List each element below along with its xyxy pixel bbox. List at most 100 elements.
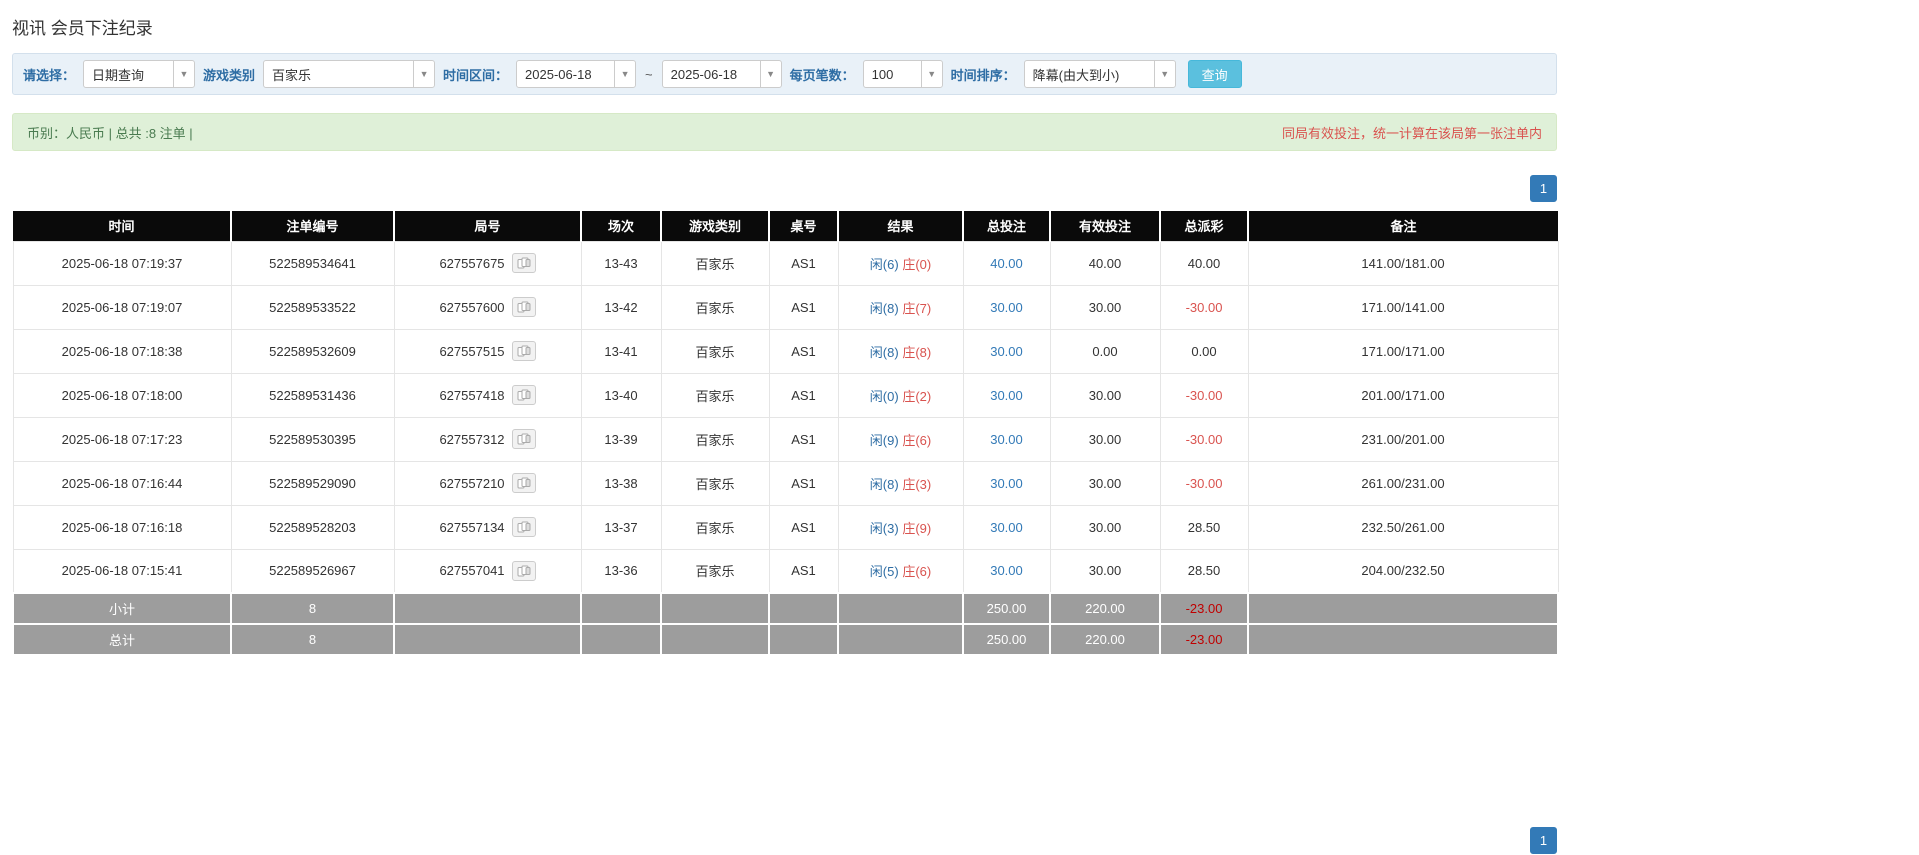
- cell-valid-bet: 30.00: [1049, 460, 1161, 506]
- footer-empty-cell: [393, 623, 582, 656]
- game-type-value: 百家乐: [272, 67, 312, 83]
- footer-empty-cell: [1247, 592, 1559, 625]
- cell-payout: -30.00: [1159, 284, 1249, 330]
- date-to-value: 2025-06-18: [670, 66, 738, 82]
- total-bet-link[interactable]: 40.00: [990, 256, 1023, 271]
- cell-payout: 40.00: [1159, 240, 1249, 286]
- round-id-text: 627557041: [439, 563, 505, 579]
- page-container: 视讯 会员下注纪录 请选择： 日期查询 ▼ 游戏类别 百家乐 ▼ 时间区间： 2…: [12, 14, 1559, 854]
- total-bet-link[interactable]: 30.00: [990, 300, 1023, 315]
- result-banker: 庄(7): [902, 300, 932, 316]
- cell-result: 闲(6) 庄(0): [837, 240, 964, 286]
- cell-game-type: 百家乐: [660, 460, 770, 506]
- table-row: 2025-06-18 07:19:37 522589534641 6275576…: [12, 240, 1559, 286]
- view-cards-icon[interactable]: [511, 429, 536, 449]
- bet-records-table: 时间 注单编号 局号 场次 游戏类别 桌号 结果 总投注 有效投注 总派彩 备注 2025-06-1…: [12, 211, 1559, 656]
- view-cards-icon[interactable]: [511, 517, 536, 537]
- subtotal-label: 小计: [12, 592, 232, 625]
- cell-session: 13-36: [580, 548, 662, 594]
- result-player: 闲(8): [869, 344, 899, 360]
- result-player: 闲(5): [869, 564, 899, 580]
- chevron-down-icon: ▼: [173, 61, 194, 87]
- result-banker: 庄(2): [902, 388, 932, 404]
- cell-total-bet: 30.00: [962, 416, 1051, 462]
- footer-empty-cell: [837, 592, 964, 625]
- cell-session: 13-38: [580, 460, 662, 506]
- total-bet-link[interactable]: 30.00: [990, 520, 1023, 535]
- round-id-text: 627557515: [439, 343, 505, 359]
- subtotal-valid-bet: 220.00: [1049, 592, 1161, 625]
- page-size-select[interactable]: 100 ▼: [862, 60, 943, 88]
- total-bet-link[interactable]: 30.00: [990, 563, 1023, 578]
- chevron-down-icon: ▼: [920, 61, 942, 87]
- column-header-10: 备注: [1248, 211, 1558, 241]
- sort-select[interactable]: 降幕(由大到小) ▼: [1023, 60, 1176, 88]
- table-row: 2025-06-18 07:16:44 522589529090 6275572…: [12, 460, 1559, 506]
- cell-round-id: 627557041: [393, 548, 582, 594]
- cell-note: 261.00/231.00: [1247, 460, 1559, 506]
- cell-payout: -30.00: [1159, 416, 1249, 462]
- view-cards-icon[interactable]: [511, 560, 536, 581]
- footer-empty-cell: [768, 623, 839, 656]
- view-cards-icon[interactable]: [511, 341, 536, 361]
- cell-table-no: AS1: [768, 240, 839, 286]
- view-cards-icon[interactable]: [511, 473, 536, 493]
- view-cards-icon[interactable]: [511, 385, 536, 405]
- cell-session: 13-39: [580, 416, 662, 462]
- cell-table-no: AS1: [768, 460, 839, 506]
- subtotal-payout: -23.00: [1159, 592, 1249, 625]
- summary-notice-text: 同局有效投注，统一计算在该局第一张注单内: [1281, 125, 1542, 141]
- cell-session: 13-41: [580, 328, 662, 374]
- round-id-text: 627557600: [439, 299, 505, 315]
- round-id-text: 627557312: [439, 431, 505, 447]
- table-row: 2025-06-18 07:17:23 522589530395 6275573…: [12, 416, 1559, 462]
- table-header-row: 时间 注单编号 局号 场次 游戏类别 桌号 结果 总投注 有效投注 总派彩 备注: [13, 211, 1558, 241]
- cell-time: 2025-06-18 07:18:38: [12, 328, 232, 374]
- game-type-select[interactable]: 百家乐 ▼: [263, 60, 436, 88]
- total-bet-link[interactable]: 30.00: [990, 432, 1023, 447]
- game-type-label: 游戏类别: [203, 67, 256, 83]
- chevron-down-icon: ▼: [759, 61, 781, 87]
- cell-table-no: AS1: [768, 504, 839, 550]
- total-bet-link[interactable]: 30.00: [990, 344, 1023, 359]
- round-id-text: 627557134: [439, 519, 505, 535]
- cell-note: 201.00/171.00: [1247, 372, 1559, 418]
- total-count: 8: [230, 623, 395, 656]
- cell-round-id: 627557210: [393, 460, 582, 506]
- date-from-select[interactable]: 2025-06-18 ▼: [516, 60, 637, 88]
- footer-empty-cell: [580, 623, 662, 656]
- sort-label: 时间排序：: [950, 67, 1016, 83]
- cell-bet-id: 522589526967: [230, 548, 395, 594]
- date-type-label: 请选择：: [23, 67, 76, 83]
- date-type-select[interactable]: 日期查询 ▼: [83, 60, 196, 88]
- date-range-label: 时间区间：: [443, 67, 509, 83]
- view-cards-icon[interactable]: [511, 253, 536, 273]
- cell-note: 171.00/171.00: [1247, 328, 1559, 374]
- chevron-down-icon: ▼: [614, 61, 635, 87]
- cell-round-id: 627557675: [393, 240, 582, 286]
- cell-result: 闲(8) 庄(3): [837, 460, 964, 506]
- cell-total-bet: 40.00: [962, 240, 1051, 286]
- view-cards-icon[interactable]: [511, 297, 536, 317]
- subtotal-count: 8: [230, 592, 395, 625]
- cell-round-id: 627557418: [393, 372, 582, 418]
- cell-round-id: 627557312: [393, 416, 582, 462]
- total-bet-link[interactable]: 30.00: [990, 388, 1023, 403]
- cell-time: 2025-06-18 07:19:07: [12, 284, 232, 330]
- result-banker: 庄(8): [902, 344, 932, 360]
- table-row: 2025-06-18 07:15:41 522589526967 6275570…: [12, 548, 1559, 594]
- page-button-1[interactable]: 1: [1530, 175, 1557, 202]
- cell-total-bet: 30.00: [962, 328, 1051, 374]
- table-row: 2025-06-18 07:19:07 522589533522 6275576…: [12, 284, 1559, 330]
- round-id-text: 627557210: [439, 475, 505, 491]
- cell-payout: 28.50: [1159, 504, 1249, 550]
- date-to-select[interactable]: 2025-06-18 ▼: [661, 60, 782, 88]
- result-banker: 庄(9): [902, 520, 932, 536]
- result-player: 闲(8): [869, 476, 899, 492]
- cell-valid-bet: 30.00: [1049, 372, 1161, 418]
- cell-valid-bet: 0.00: [1049, 328, 1161, 374]
- total-bet-link[interactable]: 30.00: [990, 476, 1023, 491]
- search-button[interactable]: 查询: [1187, 60, 1242, 88]
- cell-session: 13-37: [580, 504, 662, 550]
- total-total-bet: 250.00: [962, 623, 1051, 656]
